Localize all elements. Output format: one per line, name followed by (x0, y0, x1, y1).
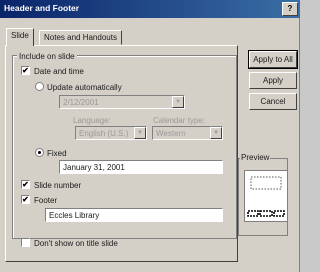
update-automatically-radio[interactable] (35, 82, 44, 91)
fixed-label: Fixed (47, 149, 67, 158)
tab-notes-and-handouts[interactable]: Notes and Handouts (39, 30, 122, 45)
language-select[interactable]: English (U.S.) ▼ (75, 126, 147, 140)
footer-input[interactable]: Eccles Library (45, 208, 223, 222)
tab-notes-label: Notes and Handouts (44, 33, 117, 42)
window-title: Header and Footer (4, 3, 80, 13)
date-time-label: Date and time (34, 67, 84, 76)
slide-preview (244, 170, 288, 222)
apply-to-all-button[interactable]: Apply to All (248, 50, 298, 69)
apply-button[interactable]: Apply (249, 72, 297, 89)
title-bar: Header and Footer ? (0, 0, 300, 18)
update-automatically-label: Update automatically (47, 83, 122, 92)
footer-label: Footer (34, 196, 58, 205)
header-footer-dialog: Header and Footer ? Slide Notes and Hand… (0, 0, 300, 272)
slide-number-label: Slide number (34, 181, 82, 190)
date-time-checkbox[interactable]: ✔ (21, 66, 30, 75)
auto-date-value: 2/12/2001 (63, 98, 99, 107)
chevron-down-icon: ▼ (134, 127, 146, 139)
fixed-radio[interactable] (35, 148, 44, 157)
help-button[interactable]: ? (282, 2, 298, 16)
fixed-date-input[interactable]: January 31, 2001 (59, 160, 223, 174)
auto-date-select[interactable]: 2/12/2001 ▼ (59, 95, 185, 109)
calendar-type-label: Calendar type: (153, 116, 206, 125)
tab-slide[interactable]: Slide (6, 28, 34, 46)
preview-legend: Preview (240, 153, 271, 162)
chevron-down-icon: ▼ (172, 96, 184, 108)
cancel-button[interactable]: Cancel (249, 93, 297, 110)
calendar-type-select[interactable]: Western ▼ (152, 126, 223, 140)
footer-checkbox[interactable]: ✔ (21, 195, 30, 204)
title-slide-checkbox[interactable] (21, 238, 30, 247)
tab-slide-label: Slide (11, 31, 29, 40)
include-group-legend: Include on slide (17, 52, 77, 61)
calendar-type-value: Western (156, 129, 186, 138)
chevron-down-icon: ▼ (210, 127, 222, 139)
slide-number-checkbox[interactable]: ✔ (21, 180, 30, 189)
title-slide-label: Don't show on title slide (34, 239, 118, 248)
language-value: English (U.S.) (79, 129, 129, 138)
preview-placeholders (247, 176, 285, 217)
language-label: Language: (73, 116, 111, 125)
